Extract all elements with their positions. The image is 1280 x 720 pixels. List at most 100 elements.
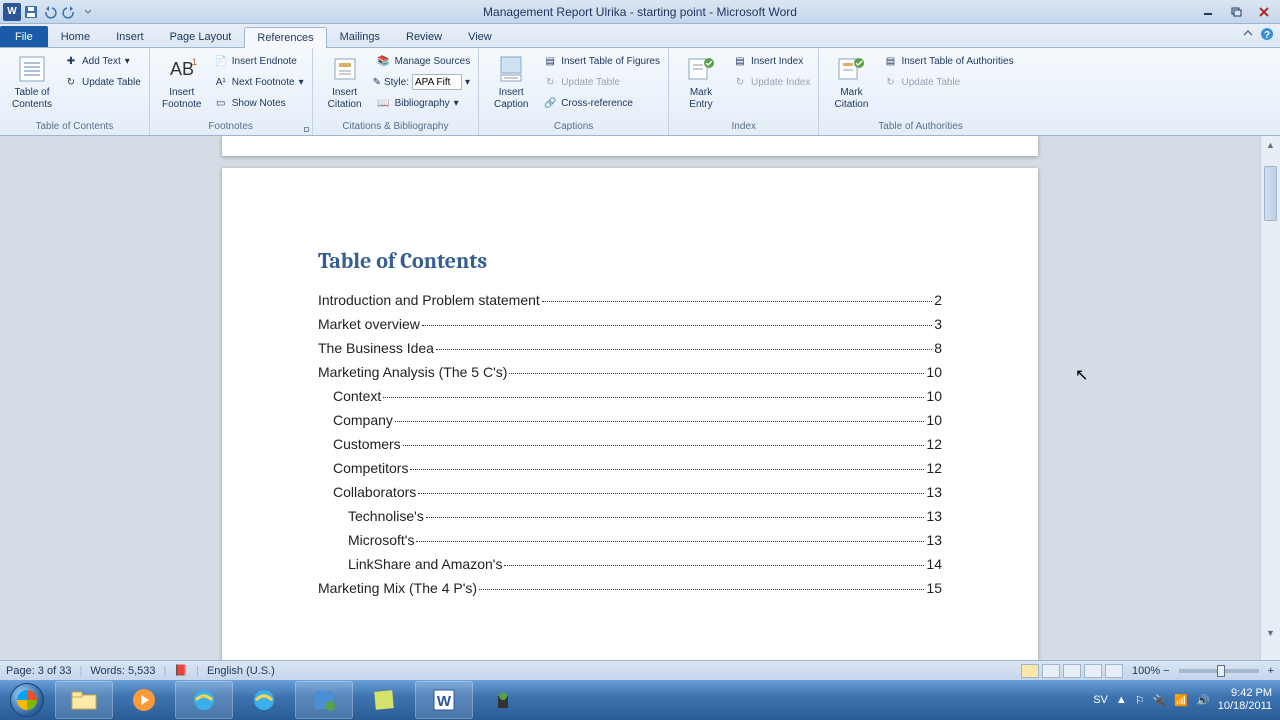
toc-entry[interactable]: Collaborators13 xyxy=(333,484,942,500)
draft-view-button[interactable] xyxy=(1105,664,1123,678)
taskbar-ie-2[interactable] xyxy=(235,681,293,719)
insert-citation-button[interactable]: Insert Citation xyxy=(317,51,373,113)
tray-volume-icon[interactable]: 🔊 xyxy=(1196,694,1210,707)
print-layout-view-button[interactable] xyxy=(1021,664,1039,678)
status-language[interactable]: English (U.S.) xyxy=(207,665,275,677)
maximize-button[interactable] xyxy=(1224,4,1248,20)
zoom-level[interactable]: 100% xyxy=(1132,665,1160,677)
toc-entry[interactable]: Company10 xyxy=(333,412,942,428)
minimize-button[interactable] xyxy=(1196,4,1220,20)
toc-leader-dots xyxy=(395,421,925,422)
tab-mailings[interactable]: Mailings xyxy=(327,26,393,47)
toc-entry[interactable]: LinkShare and Amazon's14 xyxy=(348,556,942,572)
vertical-scrollbar[interactable]: ▲ ▼ xyxy=(1260,136,1280,660)
tab-page-layout[interactable]: Page Layout xyxy=(157,26,245,47)
footnotes-dialog-launcher[interactable] xyxy=(304,127,309,132)
tray-language[interactable]: SV xyxy=(1093,694,1108,706)
taskbar-app-1[interactable] xyxy=(295,681,353,719)
taskbar-ie-1[interactable] xyxy=(175,681,233,719)
insert-endnote-button[interactable]: 📄Insert Endnote xyxy=(210,51,308,71)
add-text-button[interactable]: ✚Add Text ▾ xyxy=(60,51,145,71)
toa-icon: ▤ xyxy=(883,54,897,68)
tab-references[interactable]: References xyxy=(244,27,326,48)
status-page[interactable]: Page: 3 of 33 xyxy=(6,665,71,677)
zoom-in-button[interactable]: + xyxy=(1268,665,1274,677)
toc-entry-page: 12 xyxy=(926,436,942,452)
taskbar-sticky-notes[interactable] xyxy=(355,681,413,719)
next-footnote-button[interactable]: A¹Next Footnote ▾ xyxy=(210,72,308,92)
redo-icon[interactable] xyxy=(60,3,78,21)
word-app-icon[interactable]: W xyxy=(3,3,21,21)
zoom-out-button[interactable]: − xyxy=(1163,665,1169,677)
taskbar-word[interactable]: W xyxy=(415,681,473,719)
undo-icon[interactable] xyxy=(41,3,59,21)
footnote-icon: AB1 xyxy=(166,53,198,85)
toc-button[interactable]: Table of Contents xyxy=(4,51,60,113)
start-button[interactable] xyxy=(0,680,54,720)
toc-entry-page: 2 xyxy=(934,292,942,308)
document-area[interactable]: Table of Contents Introduction and Probl… xyxy=(0,136,1260,660)
group-footnotes: AB1 Insert Footnote 📄Insert Endnote A¹Ne… xyxy=(150,48,313,135)
insert-caption-button[interactable]: Insert Caption xyxy=(483,51,539,113)
zoom-slider-thumb[interactable] xyxy=(1217,665,1225,677)
tray-flag-icon[interactable]: ⚐ xyxy=(1135,694,1145,707)
show-hidden-icons[interactable]: ▲ xyxy=(1116,694,1127,706)
tab-view[interactable]: View xyxy=(455,26,505,47)
toc-entry[interactable]: Competitors12 xyxy=(333,460,942,476)
update-toa-icon: ↻ xyxy=(883,75,897,89)
insert-tof-button[interactable]: ▤Insert Table of Figures xyxy=(539,51,664,71)
quick-access-toolbar: W xyxy=(0,3,97,21)
toc-entry[interactable]: Marketing Mix (The 4 P's)15 xyxy=(318,580,942,596)
close-button[interactable] xyxy=(1252,4,1276,20)
toc-entry-page: 3 xyxy=(934,316,942,332)
scroll-up-button[interactable]: ▲ xyxy=(1261,136,1280,154)
citation-style-select[interactable] xyxy=(412,74,462,90)
toc-entry[interactable]: Context10 xyxy=(333,388,942,404)
outline-view-button[interactable] xyxy=(1084,664,1102,678)
tab-home[interactable]: Home xyxy=(48,26,103,47)
full-screen-view-button[interactable] xyxy=(1042,664,1060,678)
toc-entry[interactable]: Technolise's13 xyxy=(348,508,942,524)
bibliography-button[interactable]: 📖Bibliography ▾ xyxy=(373,93,475,113)
tab-file[interactable]: File xyxy=(0,26,48,47)
scroll-down-button[interactable]: ▼ xyxy=(1261,624,1280,642)
mark-entry-button[interactable]: Mark Entry xyxy=(673,51,729,113)
toc-entry[interactable]: The Business Idea8 xyxy=(318,340,942,356)
proofing-icon[interactable]: 📕 xyxy=(174,664,188,677)
web-layout-view-button[interactable] xyxy=(1063,664,1081,678)
tray-power-icon[interactable]: 🔌 xyxy=(1153,694,1167,707)
tab-insert[interactable]: Insert xyxy=(103,26,157,47)
toc-entry[interactable]: Marketing Analysis (The 5 C's)10 xyxy=(318,364,942,380)
minimize-ribbon-icon[interactable] xyxy=(1242,27,1254,41)
taskbar-media-player[interactable] xyxy=(115,681,173,719)
update-toc-button[interactable]: ↻Update Table xyxy=(60,72,145,92)
document-page[interactable]: Table of Contents Introduction and Probl… xyxy=(222,168,1038,660)
toc-entry[interactable]: Microsoft's13 xyxy=(348,532,942,548)
show-notes-button[interactable]: ▭Show Notes xyxy=(210,93,308,113)
zoom-slider[interactable] xyxy=(1179,669,1259,673)
toc-entry-page: 10 xyxy=(926,388,942,404)
status-words[interactable]: Words: 5,533 xyxy=(90,665,155,677)
insert-toa-button[interactable]: ▤Insert Table of Authorities xyxy=(879,51,1017,71)
toc-entry[interactable]: Customers12 xyxy=(333,436,942,452)
insert-index-button[interactable]: ▤Insert Index xyxy=(729,51,815,71)
start-orb-icon xyxy=(10,683,44,717)
taskbar-explorer[interactable] xyxy=(55,681,113,719)
insert-footnote-button[interactable]: AB1 Insert Footnote xyxy=(154,51,210,113)
taskbar-camtasia[interactable] xyxy=(475,681,533,719)
tab-review[interactable]: Review xyxy=(393,26,455,47)
qat-dropdown-icon[interactable] xyxy=(79,3,97,21)
toc-entry[interactable]: Market overview3 xyxy=(318,316,942,332)
toc-entry[interactable]: Introduction and Problem statement2 xyxy=(318,292,942,308)
tray-network-icon[interactable]: 📶 xyxy=(1174,694,1188,707)
update-toa-button: ↻Update Table xyxy=(879,72,1017,92)
cross-reference-button[interactable]: 🔗Cross-reference xyxy=(539,93,664,113)
scroll-thumb[interactable] xyxy=(1264,166,1277,221)
ribbon-tabs: File Home Insert Page Layout References … xyxy=(0,24,1280,48)
save-icon[interactable] xyxy=(22,3,40,21)
help-icon[interactable]: ? xyxy=(1260,27,1274,41)
mark-citation-button[interactable]: Mark Citation xyxy=(823,51,879,113)
tray-clock[interactable]: 9:42 PM 10/18/2011 xyxy=(1218,687,1272,713)
ribbon: Table of Contents ✚Add Text ▾ ↻Update Ta… xyxy=(0,48,1280,136)
manage-sources-button[interactable]: 📚Manage Sources xyxy=(373,51,475,71)
